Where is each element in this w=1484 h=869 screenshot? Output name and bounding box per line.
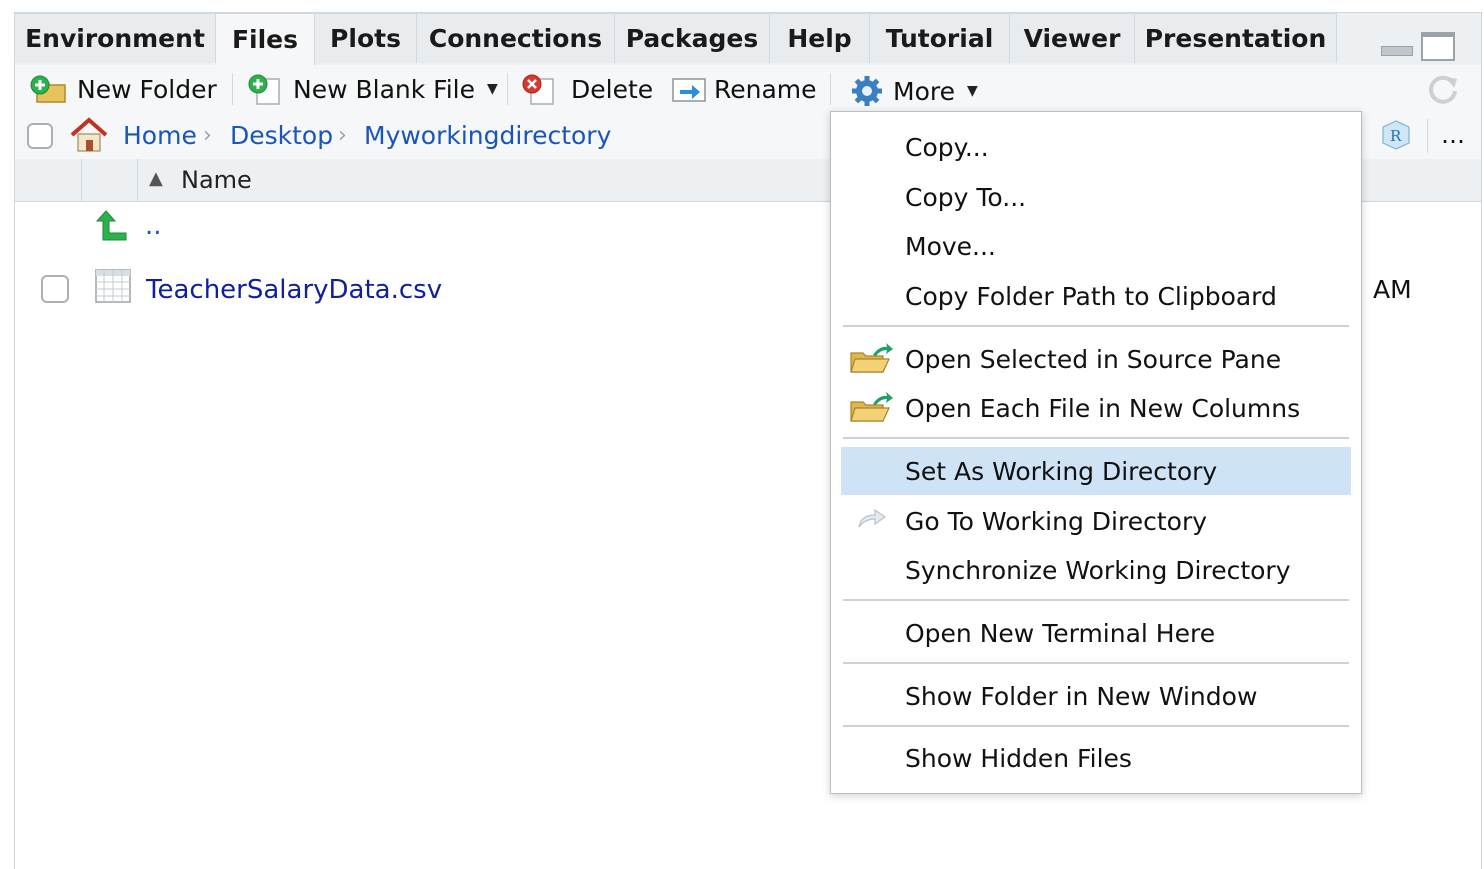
toolbar-separator	[507, 73, 508, 105]
minimize-icon[interactable]	[1381, 46, 1413, 56]
maximize-icon[interactable]	[1421, 32, 1455, 61]
menu-item-label: Show Folder in New Window	[905, 681, 1258, 711]
rename-label: Rename	[714, 74, 817, 104]
delete-button[interactable]: Delete	[521, 65, 653, 113]
menu-item-label: Open Selected in Source Pane	[905, 344, 1282, 374]
menu-item-copy-folder-path[interactable]: Copy Folder Path to Clipboard	[841, 272, 1351, 320]
column-header-name[interactable]: Name	[181, 166, 252, 194]
rename-button[interactable]: Rename	[670, 65, 817, 113]
tab-viewer[interactable]: Viewer	[1010, 13, 1135, 63]
chevron-down-icon: ▼	[487, 81, 498, 97]
home-icon[interactable]	[69, 117, 109, 153]
menu-separator	[843, 437, 1349, 439]
svg-text:R: R	[1390, 127, 1402, 145]
open-folder-icon	[849, 343, 893, 381]
csv-file-icon	[95, 269, 131, 305]
tab-plots[interactable]: Plots	[315, 13, 417, 63]
toolbar-separator	[830, 73, 831, 105]
new-folder-label: New Folder	[77, 74, 217, 104]
menu-item-copy[interactable]: Copy...	[841, 123, 1351, 171]
parent-directory-link[interactable]: ..	[145, 211, 162, 241]
tab-tutorial[interactable]: Tutorial	[870, 13, 1010, 63]
breadcrumb-current[interactable]: Myworkingdirectory	[364, 121, 611, 150]
rename-icon	[670, 73, 708, 105]
more-options-icon[interactable]: …	[1441, 121, 1465, 149]
menu-item-label: Open New Terminal Here	[905, 618, 1216, 648]
file-modified: AM	[1373, 275, 1412, 304]
menu-item-label: Set As Working Directory	[905, 456, 1218, 486]
menu-item-open-selected[interactable]: Open Selected in Source Pane	[841, 335, 1351, 383]
tab-help[interactable]: Help	[770, 13, 870, 63]
menu-item-show-hidden-files[interactable]: Show Hidden Files	[841, 734, 1351, 782]
menu-separator	[843, 662, 1349, 664]
menu-item-label: Open Each File in New Columns	[905, 393, 1301, 423]
new-folder-button[interactable]: New Folder	[29, 65, 217, 113]
menu-item-go-to-working-directory[interactable]: Go To Working Directory	[841, 497, 1351, 545]
up-arrow-icon	[95, 209, 129, 243]
menu-item-open-each-file[interactable]: Open Each File in New Columns	[841, 384, 1351, 432]
column-divider	[137, 159, 138, 201]
chevron-down-icon: ▼	[966, 83, 978, 99]
menu-item-label: Move...	[905, 231, 996, 261]
menu-item-set-working-directory[interactable]: Set As Working Directory	[841, 447, 1351, 495]
menu-item-label: Show Hidden Files	[905, 743, 1132, 773]
r-project-icon[interactable]: R	[1379, 119, 1413, 151]
menu-item-label: Copy...	[905, 132, 989, 162]
delete-label: Delete	[571, 74, 654, 104]
open-folder-icon	[849, 392, 893, 430]
breadcrumb-desktop[interactable]: Desktop	[230, 121, 333, 150]
gear-icon	[849, 74, 885, 108]
menu-item-label: Go To Working Directory	[905, 506, 1208, 536]
files-toolbar: New Folder New Blank File ▼ Delete Renam…	[15, 65, 1481, 114]
breadcrumb-separator: ›	[338, 123, 347, 148]
toolbar-separator	[232, 73, 233, 105]
go-to-arrow-icon	[857, 507, 887, 537]
more-label: More	[893, 76, 955, 106]
sort-ascending-icon: ▲	[149, 168, 163, 189]
more-button[interactable]: More ▼	[849, 67, 978, 115]
row-checkbox[interactable]	[41, 275, 69, 303]
menu-item-move[interactable]: Move...	[841, 222, 1351, 270]
menu-separator	[843, 725, 1349, 727]
tab-connections[interactable]: Connections	[417, 13, 615, 63]
menu-item-label: Synchronize Working Directory	[905, 555, 1291, 585]
breadcrumb-separator: ›	[203, 123, 212, 148]
menu-item-open-terminal[interactable]: Open New Terminal Here	[841, 609, 1351, 657]
tab-packages[interactable]: Packages	[615, 13, 770, 63]
new-folder-icon	[29, 74, 69, 104]
select-all-checkbox[interactable]	[27, 123, 53, 149]
more-menu: Copy... Copy To... Move... Copy Folder P…	[830, 111, 1362, 794]
refresh-icon[interactable]	[1425, 71, 1461, 107]
file-name-link[interactable]: TeacherSalaryData.csv	[146, 275, 442, 305]
tab-presentation[interactable]: Presentation	[1135, 13, 1337, 63]
menu-item-copy-to[interactable]: Copy To...	[841, 173, 1351, 221]
column-divider	[81, 159, 82, 201]
tab-environment[interactable]: Environment	[15, 13, 216, 63]
menu-separator	[843, 325, 1349, 327]
tab-files[interactable]: Files	[216, 13, 315, 65]
menu-separator	[843, 599, 1349, 601]
menu-item-show-folder-new-window[interactable]: Show Folder in New Window	[841, 672, 1351, 720]
new-blank-file-label: New Blank File	[293, 74, 475, 104]
menu-item-label: Copy Folder Path to Clipboard	[905, 281, 1277, 311]
new-file-icon	[247, 73, 285, 105]
menu-item-label: Copy To...	[905, 182, 1027, 212]
breadcrumb-home[interactable]: Home	[123, 121, 197, 150]
delete-icon	[521, 73, 559, 105]
tab-bar: Environment Files Plots Connections Pack…	[15, 13, 1481, 65]
breadcrumb-divider	[1427, 119, 1428, 153]
new-blank-file-button[interactable]: New Blank File ▼	[247, 65, 498, 113]
menu-item-synchronize-working-directory[interactable]: Synchronize Working Directory	[841, 546, 1351, 594]
